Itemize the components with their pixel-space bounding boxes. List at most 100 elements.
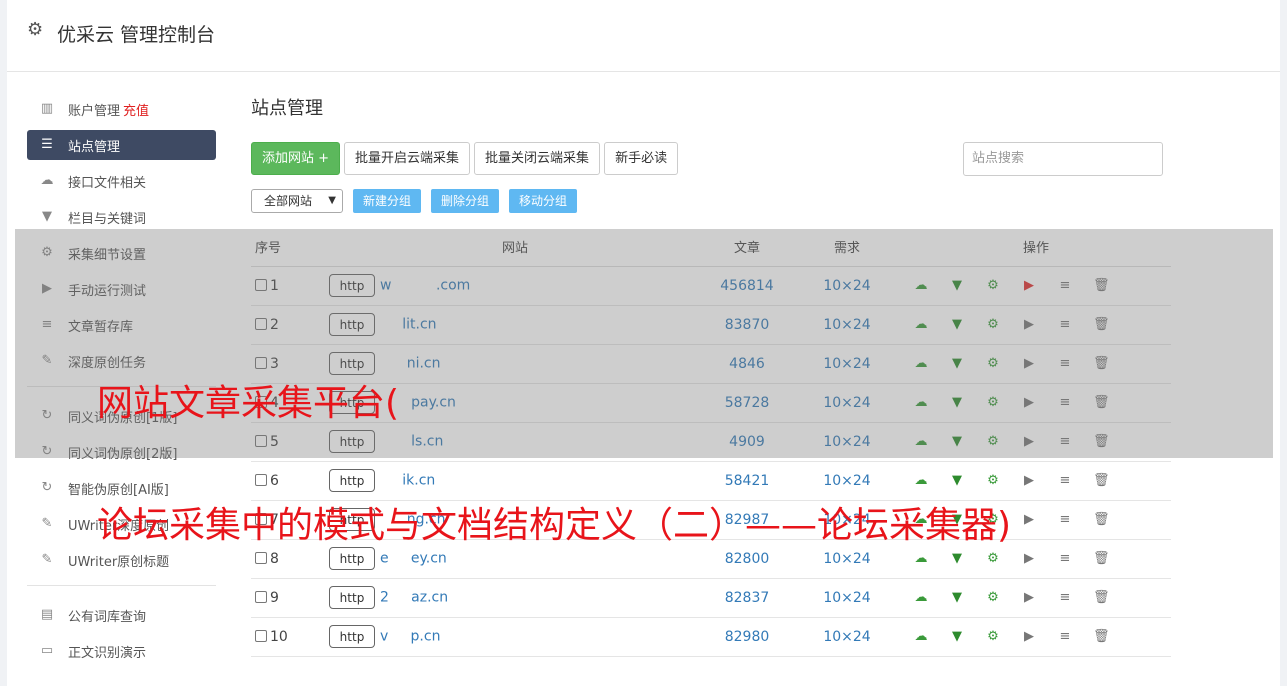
play-icon[interactable]: ▶ — [1021, 629, 1037, 645]
filter-icon[interactable]: ▼ — [949, 473, 965, 489]
database-icon[interactable]: ≡ — [1057, 590, 1073, 606]
cloud-upload-icon[interactable]: ☁ — [913, 551, 929, 567]
seq-cell: 9 — [251, 578, 329, 618]
sidebar-item-label: 公有词库查询 — [68, 609, 147, 625]
row-checkbox[interactable] — [255, 590, 267, 603]
sidebar-item[interactable]: ✎ UWriter原创标题 — [27, 545, 216, 575]
move-group-button[interactable]: 移动分组 — [509, 189, 578, 213]
sidebar-item[interactable]: ▤ 公有词库查询 — [27, 600, 216, 630]
new-group-button[interactable]: 新建分组 — [353, 189, 422, 213]
table-row: 6 http ik.cn 58421 10×24 ☁ ▼ ⚙ ▶ ≡ 🗑 — [251, 461, 1171, 501]
sidebar-divider — [27, 585, 216, 586]
sidebar-item-label: UWriter原创标题 — [68, 554, 170, 570]
ops-cell: ☁ ▼ ⚙ ▶ ≡ 🗑 — [901, 461, 1171, 501]
chevron-down-icon: ▼ — [328, 195, 336, 206]
site-search-input[interactable]: 站点搜索 — [963, 142, 1163, 176]
table-row: 9 http 2 az.cn 82837 10×24 ☁ ▼ ⚙ ▶ ≡ 🗑 — [251, 578, 1171, 618]
trash-icon[interactable]: 🗑 — [1093, 512, 1110, 528]
top-header: ⚙ 优采云 管理控制台 — [7, 0, 1280, 72]
edit-icon: ✎ — [41, 552, 53, 567]
play-icon[interactable]: ▶ — [1021, 590, 1037, 606]
site-link[interactable]: v p.cn — [380, 629, 440, 645]
cloud-upload-icon[interactable]: ☁ — [913, 590, 929, 606]
filter-icon: ▼ — [42, 209, 52, 224]
server-icon: ☰ — [41, 137, 53, 152]
trash-icon[interactable]: 🗑 — [1093, 473, 1110, 489]
refresh-icon: ↻ — [41, 480, 53, 495]
table-row: 10 http v p.cn 82980 10×24 ☁ ▼ ⚙ ▶ ≡ 🗑 — [251, 617, 1171, 657]
group-toolbar: 全部网站 ▼ 新建分组 删除分组 移动分组 — [251, 189, 578, 213]
filter-icon[interactable]: ▼ — [949, 551, 965, 567]
database-icon[interactable]: ≡ — [1057, 629, 1073, 645]
recharge-tag[interactable]: 充值 — [123, 100, 149, 119]
demand-value[interactable]: 10×24 — [793, 617, 901, 657]
gears-icon[interactable]: ⚙ — [985, 590, 1001, 606]
monitor-icon: ▭ — [40, 643, 54, 658]
sidebar-item-label: 正文识别演示 — [68, 645, 147, 661]
play-icon[interactable]: ▶ — [1021, 512, 1037, 528]
site-cell: http v p.cn — [329, 617, 701, 657]
overlay-title-line1: 网站文章采集平台( — [97, 383, 400, 424]
site-cell: http 2 az.cn — [329, 578, 701, 618]
ops-cell: ☁ ▼ ⚙ ▶ ≡ 🗑 — [901, 617, 1171, 657]
play-icon[interactable]: ▶ — [1021, 473, 1037, 489]
articles-count[interactable]: 82837 — [701, 578, 793, 618]
site-link[interactable]: ik.cn — [380, 473, 435, 489]
protocol-badge: http — [329, 469, 375, 492]
sidebar-item[interactable]: ▼ 栏目与关键词 — [27, 202, 216, 232]
demand-value[interactable]: 10×24 — [793, 578, 901, 618]
protocol-badge: http — [329, 547, 375, 570]
batch-open-button[interactable]: 批量开启云端采集 — [344, 142, 471, 175]
row-checkbox[interactable] — [255, 629, 267, 642]
cloud-upload-icon[interactable]: ☁ — [913, 629, 929, 645]
gears-icon[interactable]: ⚙ — [985, 473, 1001, 489]
cloud-icon: ☁ — [40, 173, 54, 188]
sidebar-item[interactable]: ▥ 账户管理 充值 — [27, 94, 216, 124]
sidebar-item[interactable]: ▭ 正文识别演示 — [27, 636, 216, 666]
sidebar-item[interactable]: ☰ 站点管理 — [27, 130, 216, 160]
site-cell: http ik.cn — [329, 461, 701, 501]
trash-icon[interactable]: 🗑 — [1093, 590, 1110, 606]
main-area: 站点管理 添加网站 + 批量开启云端采集 批量关闭云端采集 新手必读 站点搜索 … — [251, 94, 1171, 657]
articles-count[interactable]: 82980 — [701, 617, 793, 657]
seq-number: 10 — [270, 628, 288, 645]
seq-number: 8 — [270, 550, 279, 567]
book-icon: ▤ — [40, 607, 54, 622]
gears-icon[interactable]: ⚙ — [985, 551, 1001, 567]
protocol-badge: http — [329, 625, 375, 648]
site-link[interactable]: 2 az.cn — [380, 590, 448, 606]
cloud-upload-icon[interactable]: ☁ — [913, 473, 929, 489]
group-select[interactable]: 全部网站 ▼ — [251, 189, 343, 213]
filter-icon[interactable]: ▼ — [949, 590, 965, 606]
seq-number: 6 — [270, 472, 279, 489]
gears-icon[interactable]: ⚙ — [985, 629, 1001, 645]
edit-icon: ✎ — [41, 516, 53, 531]
guide-button[interactable]: 新手必读 — [604, 142, 679, 175]
seq-cell: 6 — [251, 461, 329, 501]
database-icon[interactable]: ≡ — [1057, 473, 1073, 489]
sidebar-item[interactable]: ☁ 接口文件相关 — [27, 166, 216, 196]
database-icon[interactable]: ≡ — [1057, 551, 1073, 567]
add-site-button[interactable]: 添加网站 + — [251, 142, 341, 175]
trash-icon[interactable]: 🗑 — [1093, 629, 1110, 645]
site-link[interactable]: e ey.cn — [380, 551, 447, 567]
play-icon[interactable]: ▶ — [1021, 551, 1037, 567]
row-checkbox[interactable] — [255, 473, 267, 486]
row-checkbox[interactable] — [255, 551, 267, 564]
database-icon[interactable]: ≡ — [1057, 512, 1073, 528]
gear-icon: ⚙ — [27, 19, 44, 40]
sidebar-item-label: 栏目与关键词 — [68, 211, 147, 227]
filter-icon[interactable]: ▼ — [949, 629, 965, 645]
app-title: 优采云 管理控制台 — [57, 24, 216, 46]
sidebar-item-label: 账户管理 — [68, 103, 121, 119]
protocol-badge: http — [329, 586, 375, 609]
articles-count[interactable]: 58421 — [701, 461, 793, 501]
demand-value[interactable]: 10×24 — [793, 461, 901, 501]
batch-close-button[interactable]: 批量关闭云端采集 — [474, 142, 601, 175]
delete-group-button[interactable]: 删除分组 — [431, 189, 500, 213]
overlay-title-line2: 论坛采集中的模式与文档结构定义（二）——论坛采集器) — [97, 505, 1012, 546]
sidebar-item-label: 站点管理 — [68, 139, 121, 155]
sidebar-item-label: 智能伪原创[AI版] — [68, 482, 169, 498]
trash-icon[interactable]: 🗑 — [1093, 551, 1110, 567]
seq-number: 9 — [270, 589, 279, 606]
